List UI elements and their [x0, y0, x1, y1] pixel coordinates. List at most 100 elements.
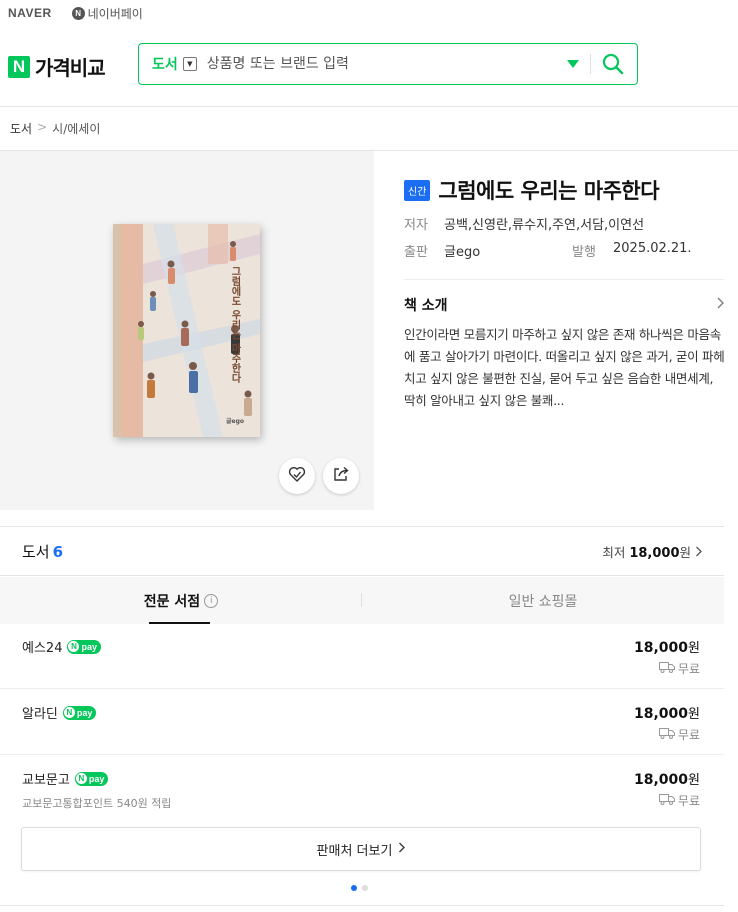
seller-row[interactable]: 예스24 Npay 18,000원 무료	[0, 624, 724, 689]
book-cover-area: 그럼에도 우리는 마주한다 글ego	[0, 151, 374, 510]
cover-title: 그럼에도 우리는 마주한다	[229, 266, 240, 383]
logo-text: 가격비교	[35, 56, 106, 80]
tab-label: 전문 서점	[143, 593, 201, 610]
intro-text: 인간이라면 모름지기 마주하고 싶지 않은 존재 하나씩은 마음속에 품고 살아…	[404, 327, 725, 408]
search-category[interactable]: 도서	[152, 54, 178, 74]
npay-badge: Npay	[62, 705, 97, 720]
date-label: 발행	[572, 245, 596, 260]
lowest-price: 18,000	[629, 545, 680, 561]
seller-name: 교보문고 Npay	[22, 769, 109, 788]
npay-text: pay	[76, 707, 93, 718]
seller-name-text: 예스24	[22, 641, 63, 656]
book-cover-image[interactable]: 그럼에도 우리는 마주한다 글ego	[113, 224, 260, 437]
breadcrumb: 도서 > 시/에세이	[10, 120, 100, 137]
more-sellers-button[interactable]: 판매처 더보기	[21, 827, 701, 871]
share-button[interactable]	[323, 458, 359, 494]
seller-section-header: 도서 6 최저 18,000원	[0, 526, 724, 576]
new-badge: 신간	[404, 179, 431, 201]
lowest-label: 최저	[602, 544, 626, 560]
shipping-text: 무료	[677, 662, 700, 676]
shipping-info: 무료	[658, 792, 700, 809]
author-row: 저자 공백,신영란,류수지,주연,서담,이연선	[404, 214, 644, 233]
breadcrumb-separator: >	[37, 120, 48, 134]
shipping-text: 무료	[677, 728, 700, 742]
naver-logo-icon: N	[8, 55, 30, 78]
breadcrumb-current[interactable]: 시/에세이	[52, 120, 100, 137]
tab-label: 일반 쇼핑몰	[508, 593, 578, 610]
npay-n-icon: N	[68, 641, 80, 652]
heart-check-icon	[288, 466, 306, 486]
wishlist-button[interactable]	[279, 458, 315, 494]
top-bar: NAVER N 네이버페이	[0, 0, 738, 26]
truck-icon	[658, 727, 675, 742]
price-currency: 원	[688, 641, 700, 656]
pagination-dots	[351, 885, 368, 891]
tab-general-mall[interactable]: 일반 쇼핑몰	[362, 577, 724, 624]
category-dropdown-icon[interactable]: ▼	[182, 57, 197, 71]
npay-n-icon: N	[63, 707, 75, 718]
chevron-right-icon	[398, 842, 406, 857]
search-input[interactable]	[206, 56, 537, 72]
date-value: 2025.02.21.	[613, 241, 692, 256]
chevron-right-icon	[716, 297, 724, 313]
autocomplete-toggle-icon[interactable]	[567, 60, 579, 68]
seller-price: 18,000원	[634, 769, 700, 788]
share-icon	[332, 465, 350, 487]
price-value: 18,000	[634, 640, 689, 656]
cover-publisher: 글ego	[225, 418, 244, 425]
seller-price: 18,000원	[634, 703, 700, 722]
seller-row[interactable]: 교보문고 Npay 교보문고통합포인트 540원 적립 18,000원 무료	[0, 756, 724, 826]
truck-icon	[658, 793, 675, 808]
seller-row[interactable]: 알라딘 Npay 18,000원 무료	[0, 690, 724, 755]
author-label: 저자	[404, 218, 428, 233]
more-sellers-label: 판매처 더보기	[316, 843, 393, 859]
divider	[404, 279, 724, 280]
author-value: 공백,신영란,류수지,주연,서담,이연선	[444, 218, 645, 233]
seller-tabs: 전문 서점 i 일반 쇼핑몰	[0, 577, 724, 624]
seller-name: 알라딘 Npay	[22, 703, 97, 722]
shipping-text: 무료	[677, 794, 700, 808]
price-value: 18,000	[634, 772, 689, 788]
price-currency: 원	[688, 707, 700, 722]
npay-badge: Npay	[74, 771, 109, 786]
section-label: 도서 6	[22, 541, 63, 562]
intro-heading: 책 소개	[404, 298, 448, 314]
naver-pay-label: 네이버페이	[87, 6, 143, 21]
seller-name-text: 교보문고	[22, 773, 70, 788]
npay-n-icon: N	[75, 773, 87, 784]
truck-icon	[658, 661, 675, 676]
publisher-label: 출판	[404, 245, 428, 260]
section-title: 도서	[22, 542, 50, 561]
seller-count: 6	[52, 542, 64, 561]
title-row: 신간 그럼에도 우리는 마주한다	[404, 175, 734, 205]
book-title: 그럼에도 우리는 마주한다	[438, 179, 660, 203]
search-icon[interactable]	[602, 53, 624, 79]
pagination-dot[interactable]	[362, 885, 368, 891]
publisher-row: 출판 글ego 발행 2025.02.21.	[404, 241, 692, 260]
seller-name-text: 알라딘	[22, 707, 58, 722]
naver-pay-icon: N	[71, 6, 85, 20]
lowest-price-link[interactable]: 최저 18,000원	[602, 542, 702, 561]
shipping-info: 무료	[658, 726, 700, 743]
price-value: 18,000	[634, 706, 689, 722]
info-icon[interactable]: i	[204, 593, 219, 608]
pagination-dot-active[interactable]	[351, 885, 357, 891]
seller-name: 예스24 Npay	[22, 637, 101, 656]
search-bar: 도서 ▼	[138, 43, 638, 85]
npay-text: pay	[88, 773, 105, 784]
shipping-info: 무료	[658, 660, 700, 677]
breadcrumb-root[interactable]: 도서	[10, 120, 32, 137]
price-compare-logo[interactable]: N 가격비교	[8, 52, 106, 81]
seller-price: 18,000원	[634, 637, 700, 656]
header: N 가격비교 도서 ▼	[0, 34, 738, 94]
publisher-value: 글ego	[444, 245, 481, 260]
divider	[0, 106, 738, 107]
tab-divider	[361, 593, 362, 607]
tab-specialty-bookstore[interactable]: 전문 서점 i	[0, 577, 362, 624]
search-divider	[590, 54, 591, 74]
npay-badge: Npay	[67, 639, 101, 654]
intro-header[interactable]: 책 소개	[404, 295, 724, 315]
npay-text: pay	[81, 641, 97, 652]
naver-link[interactable]: NAVER	[8, 6, 52, 20]
naver-pay-link[interactable]: N 네이버페이	[71, 5, 143, 22]
